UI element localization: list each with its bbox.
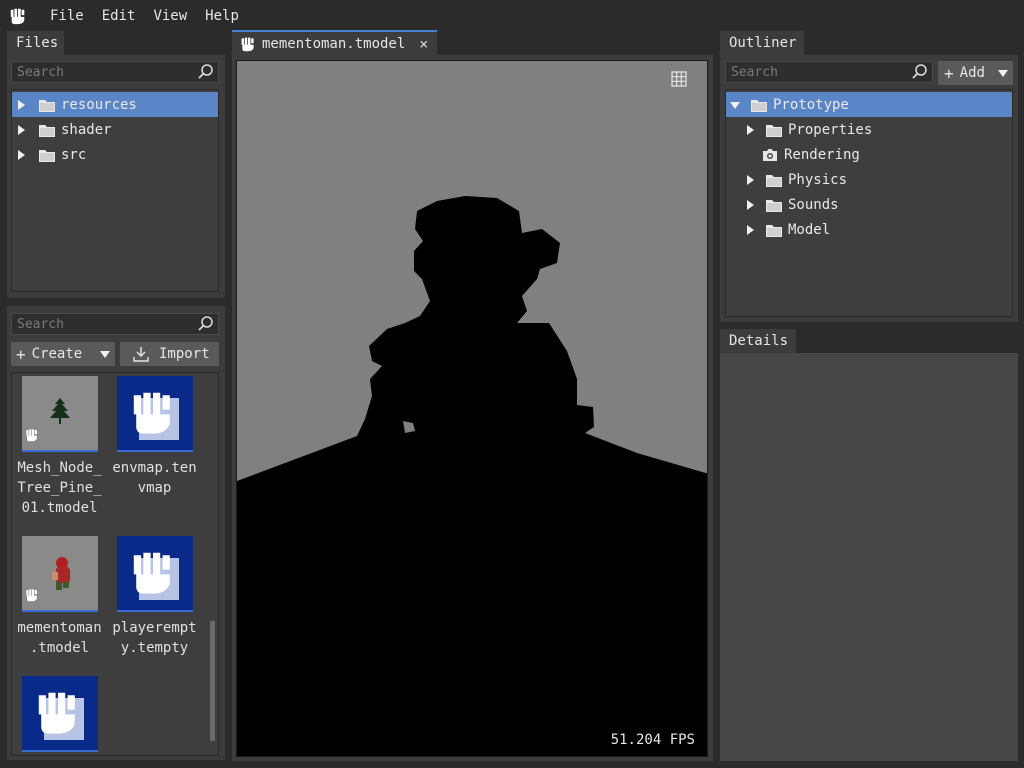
outliner-item-properties[interactable]: Properties (726, 117, 1012, 142)
expand-arrow-icon[interactable] (745, 200, 755, 210)
grid-icon[interactable] (671, 71, 687, 87)
model-silhouette (237, 196, 707, 756)
menu-file[interactable]: File (41, 0, 93, 32)
folder-icon (766, 123, 782, 137)
scrollbar-thumb[interactable] (210, 621, 215, 741)
menu-view[interactable]: View (144, 0, 196, 32)
import-button[interactable]: Import (120, 342, 219, 366)
tree-item-resources[interactable]: resources (12, 92, 218, 117)
outliner-item-label: Model (788, 221, 831, 238)
tab-details[interactable]: Details (720, 329, 796, 353)
files-search-input[interactable] (12, 64, 197, 80)
asset-thumbnail-playerempty[interactable] (117, 536, 193, 612)
camera-icon (763, 148, 777, 161)
outliner-search[interactable] (725, 61, 933, 83)
outliner-item-physics[interactable]: Physics (726, 167, 1012, 192)
asset-label: envmap.ten vmap (112, 460, 197, 496)
folder-icon (766, 173, 782, 187)
asset-grid: Mesh_Node_ Tree_Pine_ 01.tmodel envmap.t… (11, 372, 219, 756)
asset-label: playerempt y.tempty (112, 620, 197, 656)
outliner-item-sounds[interactable]: Sounds (726, 192, 1012, 217)
collapse-arrow-icon[interactable] (730, 100, 740, 110)
folder-icon (39, 148, 55, 162)
expand-arrow-icon[interactable] (16, 125, 26, 135)
create-button[interactable]: + Create (11, 342, 115, 366)
expand-arrow-icon[interactable] (745, 125, 755, 135)
assets-search[interactable] (11, 313, 219, 335)
outliner-item-label: Prototype (773, 96, 849, 113)
asset-thumbnail-envmap[interactable] (117, 376, 193, 452)
outliner-item-rendering[interactable]: Rendering (726, 142, 1012, 167)
viewport-tab-label: mementoman.tmodel (262, 35, 406, 52)
outliner-item-label: Rendering (784, 146, 860, 163)
add-label: Add (959, 65, 985, 81)
search-icon[interactable] (197, 63, 215, 81)
menubar: File Edit View Help (0, 0, 1024, 32)
tree-item-label: resources (61, 96, 137, 113)
menu-edit[interactable]: Edit (93, 0, 145, 32)
asset-thumbnail-character[interactable] (22, 536, 98, 612)
search-icon[interactable] (911, 63, 929, 81)
outliner-item-label: Sounds (788, 196, 839, 213)
asset-thumbnail-tree[interactable] (22, 376, 98, 452)
details-panel (720, 353, 1018, 761)
character-icon (26, 557, 70, 602)
add-button[interactable]: + Add (938, 61, 1013, 85)
expand-arrow-icon[interactable] (745, 225, 755, 235)
dropdown-arrow-icon (998, 68, 1008, 78)
tab-outliner[interactable]: Outliner (720, 31, 804, 55)
folder-icon (751, 98, 767, 112)
tree-item-shader[interactable]: shader (12, 117, 218, 142)
menu-help[interactable]: Help (196, 0, 248, 32)
folder-icon (766, 198, 782, 212)
files-search[interactable] (11, 61, 219, 83)
dropdown-arrow-icon (100, 349, 110, 359)
tree-item-src[interactable]: src (12, 142, 218, 167)
tree-icon (26, 398, 70, 442)
outliner-tree: Prototype Properties Rendering Physics S… (725, 89, 1013, 317)
outliner-item-label: Properties (788, 121, 873, 138)
app-logo-icon (240, 36, 256, 52)
app-logo-icon (133, 392, 179, 440)
outliner-item-label: Physics (788, 171, 848, 188)
fps-counter: 51.204 FPS (610, 732, 695, 748)
asset-label: mementoman .tmodel (17, 620, 102, 656)
viewport-canvas[interactable]: 51.204 FPS (236, 60, 708, 757)
folder-icon (766, 223, 782, 237)
tab-viewport[interactable]: mementoman.tmodel × (232, 30, 437, 55)
assets-search-input[interactable] (12, 316, 197, 332)
outliner-item-prototype[interactable]: Prototype (726, 92, 1012, 117)
asset-label: Mesh_Node_ Tree_Pine_ 01.tmodel (17, 460, 102, 516)
folder-icon (39, 98, 55, 112)
asset-thumbnail-5[interactable] (22, 676, 98, 752)
expand-arrow-icon[interactable] (745, 175, 755, 185)
plus-icon: + (16, 344, 26, 364)
search-icon[interactable] (197, 315, 215, 333)
close-icon[interactable]: × (419, 35, 428, 53)
create-label: Create (31, 346, 83, 362)
import-label: Import (159, 346, 210, 362)
app-logo-icon (133, 552, 179, 600)
expand-arrow-icon[interactable] (16, 150, 26, 160)
outliner-search-input[interactable] (726, 64, 911, 80)
app-logo-icon (38, 692, 84, 740)
tree-item-label: shader (61, 121, 112, 138)
expand-arrow-icon[interactable] (16, 100, 26, 110)
outliner-item-model[interactable]: Model (726, 217, 1012, 242)
plus-icon: + (944, 63, 954, 83)
tab-files[interactable]: Files (7, 31, 64, 55)
files-tree: resources shader src (11, 89, 219, 292)
tree-item-label: src (61, 146, 87, 163)
app-logo-icon (9, 7, 27, 25)
download-icon (133, 347, 149, 362)
folder-icon (39, 123, 55, 137)
